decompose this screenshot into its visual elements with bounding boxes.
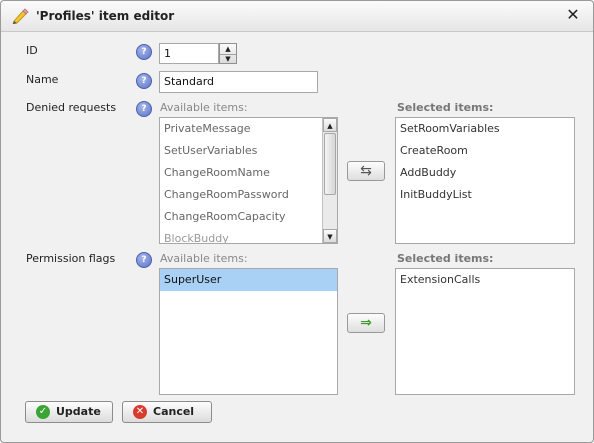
denied-selected-head: Selected items: [397,101,494,114]
stepper-down-icon[interactable]: ▼ [220,54,236,64]
title-bar: 'Profiles' item editor ✕ [1,1,593,32]
list-item[interactable]: ExtensionCalls [400,269,480,291]
list-scrollbar[interactable]: ▲ ▼ [322,118,337,243]
scroll-up-icon[interactable]: ▲ [323,118,337,132]
profiles-editor-dialog: 'Profiles' item editor ✕ ID ? 1 ▲ ▼ Name… [0,0,594,443]
denied-requests-label: Denied requests [26,101,117,114]
scroll-down-icon[interactable]: ▼ [323,229,337,243]
cancel-icon: ✕ [133,405,147,419]
list-item[interactable]: ChangeRoomPassword [164,184,289,206]
dialog-title: 'Profiles' item editor [36,9,175,23]
list-item[interactable]: BlockBuddy [164,228,229,243]
close-icon[interactable]: ✕ [565,7,581,23]
flags-selected-list[interactable]: ExtensionCalls [395,268,575,395]
denied-selected-list[interactable]: SetRoomVariables CreateRoom AddBuddy Ini… [395,117,575,244]
list-item[interactable]: SetUserVariables [164,140,257,162]
swap-items-button[interactable]: ⇆ [347,161,385,181]
denied-available-head: Available items: [160,101,248,114]
right-arrow-icon: ⇒ [360,315,372,331]
help-icon[interactable]: ? [136,101,152,117]
help-icon[interactable]: ? [136,44,152,60]
pencil-icon [12,8,29,24]
list-item[interactable]: CreateRoom [400,140,468,162]
flags-selected-head: Selected items: [397,252,494,265]
add-items-button[interactable]: ⇒ [347,313,385,333]
cancel-button-label: Cancel [153,405,195,418]
flags-available-head: Available items: [160,252,248,265]
update-button-label: Update [56,405,101,418]
name-label: Name [26,73,59,86]
check-icon: ✓ [36,405,50,419]
id-label: ID [26,44,38,57]
list-item[interactable]: SuperUser [164,269,221,291]
flags-available-list[interactable]: SuperUser [159,268,338,395]
permission-flags-label: Permission flags [26,252,116,265]
denied-available-list[interactable]: PrivateMessage SetUserVariables ChangeRo… [159,117,338,244]
list-item[interactable]: ChangeRoomCapacity [164,206,286,228]
help-icon[interactable]: ? [136,73,152,89]
help-icon[interactable]: ? [136,252,152,268]
update-button[interactable]: ✓ Update [25,401,113,423]
swap-arrows-icon: ⇆ [360,163,372,179]
list-item[interactable]: AddBuddy [400,162,456,184]
list-item[interactable]: SetRoomVariables [400,118,500,140]
list-item[interactable]: ChangeRoomName [164,162,270,184]
list-item[interactable]: InitBuddyList [400,184,472,206]
list-item[interactable]: PrivateMessage [164,118,251,140]
id-stepper[interactable]: ▲ ▼ [219,43,237,64]
scroll-thumb[interactable] [324,133,336,195]
id-field[interactable]: 1 [159,43,219,64]
cancel-button[interactable]: ✕ Cancel [122,401,212,423]
name-field[interactable]: Standard [159,71,318,93]
